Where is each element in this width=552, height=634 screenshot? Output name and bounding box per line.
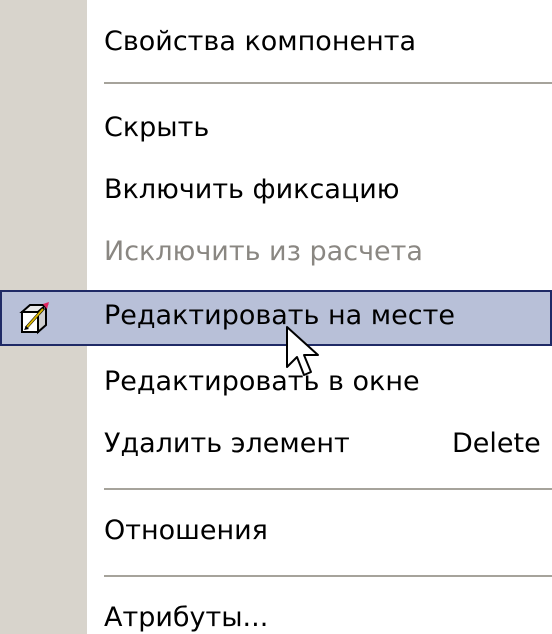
menu-item-label: Включить фиксацию — [104, 174, 400, 205]
menu-separator — [104, 82, 552, 86]
menu-separator — [104, 488, 552, 492]
menu-item-label: Редактировать в окне — [104, 366, 420, 397]
menu-item-edit-in-window[interactable]: Редактировать в окне — [0, 356, 552, 408]
shortcut-label: Delete — [452, 428, 541, 459]
menu-separator — [104, 575, 552, 579]
menu-item-relations[interactable]: Отношения — [0, 505, 552, 557]
menu-item-label: Скрыть — [104, 112, 210, 143]
menu-item-attributes[interactable]: Атрибуты... — [0, 592, 552, 634]
menu-item-label: Свойства компонента — [104, 26, 417, 57]
menu-item-label: Отношения — [104, 515, 268, 546]
menu-item-exclude-from-calculation: Исключить из расчета — [0, 226, 552, 278]
menu-item-hide[interactable]: Скрыть — [0, 102, 552, 154]
menu-item-label: Атрибуты... — [104, 602, 269, 633]
menu-item-component-properties[interactable]: Свойства компонента — [0, 16, 552, 68]
menu-item-label: Исключить из расчета — [104, 236, 423, 267]
menu-item-delete-element[interactable]: Удалить элемент Delete — [0, 418, 552, 470]
menu-item-edit-in-place[interactable]: Редактировать на месте — [0, 290, 552, 346]
menu-item-enable-fixation[interactable]: Включить фиксацию — [0, 164, 552, 216]
menu-item-label: Редактировать на месте — [104, 300, 455, 331]
menu-item-label: Удалить элемент — [104, 428, 350, 459]
mouse-pointer-icon — [286, 326, 319, 376]
edit-in-place-cube-pencil-icon — [14, 300, 56, 338]
context-menu: Свойства компонента Скрыть Включить фикс… — [0, 0, 552, 634]
